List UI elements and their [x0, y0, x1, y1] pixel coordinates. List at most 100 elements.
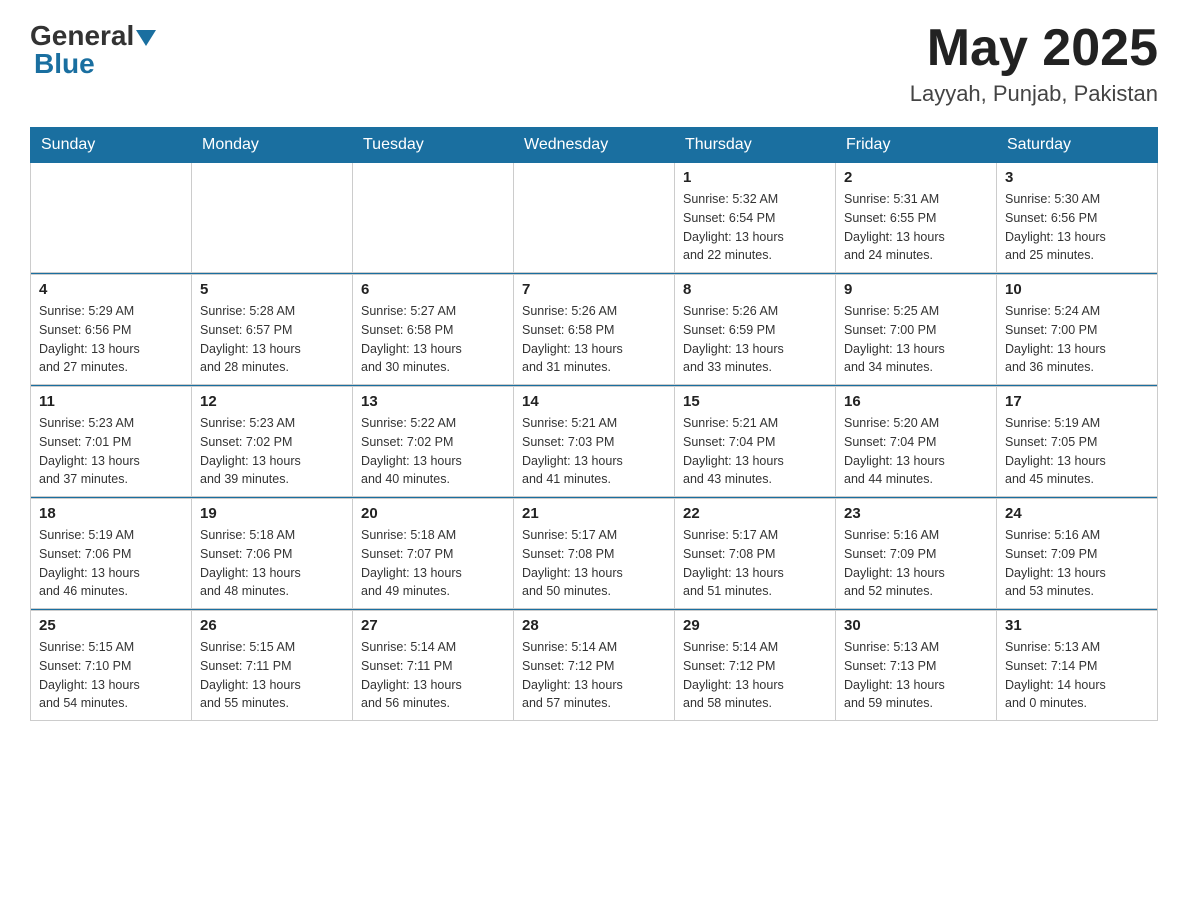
- day-number: 8: [683, 281, 827, 298]
- week-row-3: 11 Sunrise: 5:23 AMSunset: 7:01 PMDayligh…: [31, 387, 1158, 497]
- day-info: Sunrise: 5:26 AMSunset: 6:59 PMDaylight:…: [683, 302, 827, 377]
- day-info: Sunrise: 5:19 AMSunset: 7:06 PMDaylight:…: [39, 526, 183, 601]
- day-info: Sunrise: 5:23 AMSunset: 7:02 PMDaylight:…: [200, 414, 344, 489]
- day-info: Sunrise: 5:16 AMSunset: 7:09 PMDaylight:…: [1005, 526, 1149, 601]
- calendar-cell: 17Sunrise: 5:19 AMSunset: 7:05 PMDayligh…: [997, 387, 1158, 497]
- day-number: 22: [683, 505, 827, 522]
- calendar-cell: 9 Sunrise: 5:25 AMSunset: 7:00 PMDaylight…: [836, 275, 997, 385]
- calendar-cell: 29 Sunrise: 5:14 AMSunset: 7:12 PMDayligh…: [675, 611, 836, 721]
- week-row-2: 4 Sunrise: 5:29 AMSunset: 6:56 PMDaylight…: [31, 275, 1158, 385]
- day-info: Sunrise: 5:25 AMSunset: 7:00 PMDaylight:…: [844, 302, 988, 377]
- day-number: 4: [39, 281, 183, 298]
- week-row-5: 25 Sunrise: 5:15 AMSunset: 7:10 PMDayligh…: [31, 611, 1158, 721]
- calendar-cell: 11 Sunrise: 5:23 AMSunset: 7:01 PMDayligh…: [31, 387, 192, 497]
- col-thursday: Thursday: [675, 128, 836, 163]
- day-number: 28: [522, 617, 666, 634]
- day-info: Sunrise: 5:27 AMSunset: 6:58 PMDaylight:…: [361, 302, 505, 377]
- day-number: 25: [39, 617, 183, 634]
- day-number: 29: [683, 617, 827, 634]
- day-number: 24: [1005, 505, 1149, 522]
- day-info: Sunrise: 5:14 AMSunset: 7:12 PMDaylight:…: [522, 638, 666, 713]
- day-number: 31: [1005, 617, 1149, 634]
- calendar-cell: 30Sunrise: 5:13 AMSunset: 7:13 PMDayligh…: [836, 611, 997, 721]
- day-info: Sunrise: 5:15 AMSunset: 7:11 PMDaylight:…: [200, 638, 344, 713]
- calendar-cell: [192, 163, 353, 273]
- calendar-cell: 1Sunrise: 5:32 AMSunset: 6:54 PMDaylight…: [675, 163, 836, 273]
- calendar-cell: 6 Sunrise: 5:27 AMSunset: 6:58 PMDaylight…: [353, 275, 514, 385]
- day-info: Sunrise: 5:13 AMSunset: 7:13 PMDaylight:…: [844, 638, 988, 713]
- calendar-cell: 18 Sunrise: 5:19 AMSunset: 7:06 PMDayligh…: [31, 499, 192, 609]
- day-number: 19: [200, 505, 344, 522]
- day-number: 21: [522, 505, 666, 522]
- day-info: Sunrise: 5:22 AMSunset: 7:02 PMDaylight:…: [361, 414, 505, 489]
- calendar-cell: 15Sunrise: 5:21 AMSunset: 7:04 PMDayligh…: [675, 387, 836, 497]
- day-number: 26: [200, 617, 344, 634]
- calendar-cell: 24 Sunrise: 5:16 AMSunset: 7:09 PMDayligh…: [997, 499, 1158, 609]
- day-number: 10: [1005, 281, 1149, 298]
- calendar-cell: 22 Sunrise: 5:17 AMSunset: 7:08 PMDayligh…: [675, 499, 836, 609]
- day-info: Sunrise: 5:24 AMSunset: 7:00 PMDaylight:…: [1005, 302, 1149, 377]
- day-info: Sunrise: 5:16 AMSunset: 7:09 PMDaylight:…: [844, 526, 988, 601]
- day-info: Sunrise: 5:20 AMSunset: 7:04 PMDaylight:…: [844, 414, 988, 489]
- calendar-cell: 13Sunrise: 5:22 AMSunset: 7:02 PMDayligh…: [353, 387, 514, 497]
- day-info: Sunrise: 5:21 AMSunset: 7:03 PMDaylight:…: [522, 414, 666, 489]
- calendar-cell: 19 Sunrise: 5:18 AMSunset: 7:06 PMDayligh…: [192, 499, 353, 609]
- day-info: Sunrise: 5:21 AMSunset: 7:04 PMDaylight:…: [683, 414, 827, 489]
- day-info: Sunrise: 5:14 AMSunset: 7:12 PMDaylight:…: [683, 638, 827, 713]
- day-info: Sunrise: 5:31 AMSunset: 6:55 PMDaylight:…: [844, 190, 988, 265]
- page-header: General Blue May 2025 Layyah, Punjab, Pa…: [30, 20, 1158, 107]
- day-number: 27: [361, 617, 505, 634]
- day-number: 7: [522, 281, 666, 298]
- day-number: 9: [844, 281, 988, 298]
- calendar-cell: 27 Sunrise: 5:14 AMSunset: 7:11 PMDayligh…: [353, 611, 514, 721]
- calendar-cell: 14 Sunrise: 5:21 AMSunset: 7:03 PMDayligh…: [514, 387, 675, 497]
- day-number: 11: [39, 393, 183, 410]
- day-number: 16: [844, 393, 988, 410]
- logo: General Blue: [30, 20, 156, 80]
- logo-blue-text: Blue: [34, 48, 95, 79]
- day-info: Sunrise: 5:30 AMSunset: 6:56 PMDaylight:…: [1005, 190, 1149, 265]
- title-section: May 2025 Layyah, Punjab, Pakistan: [910, 20, 1158, 107]
- day-info: Sunrise: 5:32 AMSunset: 6:54 PMDaylight:…: [683, 190, 827, 265]
- day-number: 6: [361, 281, 505, 298]
- calendar-cell: 25 Sunrise: 5:15 AMSunset: 7:10 PMDayligh…: [31, 611, 192, 721]
- calendar-cell: 28 Sunrise: 5:14 AMSunset: 7:12 PMDayligh…: [514, 611, 675, 721]
- calendar-cell: 8 Sunrise: 5:26 AMSunset: 6:59 PMDaylight…: [675, 275, 836, 385]
- day-info: Sunrise: 5:15 AMSunset: 7:10 PMDaylight:…: [39, 638, 183, 713]
- day-info: Sunrise: 5:17 AMSunset: 7:08 PMDaylight:…: [522, 526, 666, 601]
- day-info: Sunrise: 5:23 AMSunset: 7:01 PMDaylight:…: [39, 414, 183, 489]
- day-info: Sunrise: 5:18 AMSunset: 7:06 PMDaylight:…: [200, 526, 344, 601]
- calendar-cell: 16 Sunrise: 5:20 AMSunset: 7:04 PMDayligh…: [836, 387, 997, 497]
- day-number: 2: [844, 169, 988, 186]
- calendar-cell: [31, 163, 192, 273]
- col-friday: Friday: [836, 128, 997, 163]
- calendar-cell: 31 Sunrise: 5:13 AMSunset: 7:14 PMDayligh…: [997, 611, 1158, 721]
- col-sunday: Sunday: [31, 128, 192, 163]
- calendar-cell: 10 Sunrise: 5:24 AMSunset: 7:00 PMDayligh…: [997, 275, 1158, 385]
- day-number: 5: [200, 281, 344, 298]
- day-number: 20: [361, 505, 505, 522]
- week-row-4: 18 Sunrise: 5:19 AMSunset: 7:06 PMDayligh…: [31, 499, 1158, 609]
- day-number: 3: [1005, 169, 1149, 186]
- calendar-cell: [514, 163, 675, 273]
- calendar-cell: 12 Sunrise: 5:23 AMSunset: 7:02 PMDayligh…: [192, 387, 353, 497]
- month-title: May 2025: [910, 20, 1158, 77]
- week-row-1: 1Sunrise: 5:32 AMSunset: 6:54 PMDaylight…: [31, 163, 1158, 273]
- logo-arrow-icon: [136, 30, 156, 46]
- calendar-cell: 2 Sunrise: 5:31 AMSunset: 6:55 PMDaylight…: [836, 163, 997, 273]
- calendar-cell: 21 Sunrise: 5:17 AMSunset: 7:08 PMDayligh…: [514, 499, 675, 609]
- calendar-cell: [353, 163, 514, 273]
- day-number: 18: [39, 505, 183, 522]
- day-info: Sunrise: 5:13 AMSunset: 7:14 PMDaylight:…: [1005, 638, 1149, 713]
- day-info: Sunrise: 5:14 AMSunset: 7:11 PMDaylight:…: [361, 638, 505, 713]
- day-info: Sunrise: 5:17 AMSunset: 7:08 PMDaylight:…: [683, 526, 827, 601]
- col-monday: Monday: [192, 128, 353, 163]
- day-info: Sunrise: 5:29 AMSunset: 6:56 PMDaylight:…: [39, 302, 183, 377]
- day-number: 14: [522, 393, 666, 410]
- col-wednesday: Wednesday: [514, 128, 675, 163]
- col-saturday: Saturday: [997, 128, 1158, 163]
- day-number: 17: [1005, 393, 1149, 410]
- day-number: 12: [200, 393, 344, 410]
- calendar-cell: 20Sunrise: 5:18 AMSunset: 7:07 PMDayligh…: [353, 499, 514, 609]
- col-tuesday: Tuesday: [353, 128, 514, 163]
